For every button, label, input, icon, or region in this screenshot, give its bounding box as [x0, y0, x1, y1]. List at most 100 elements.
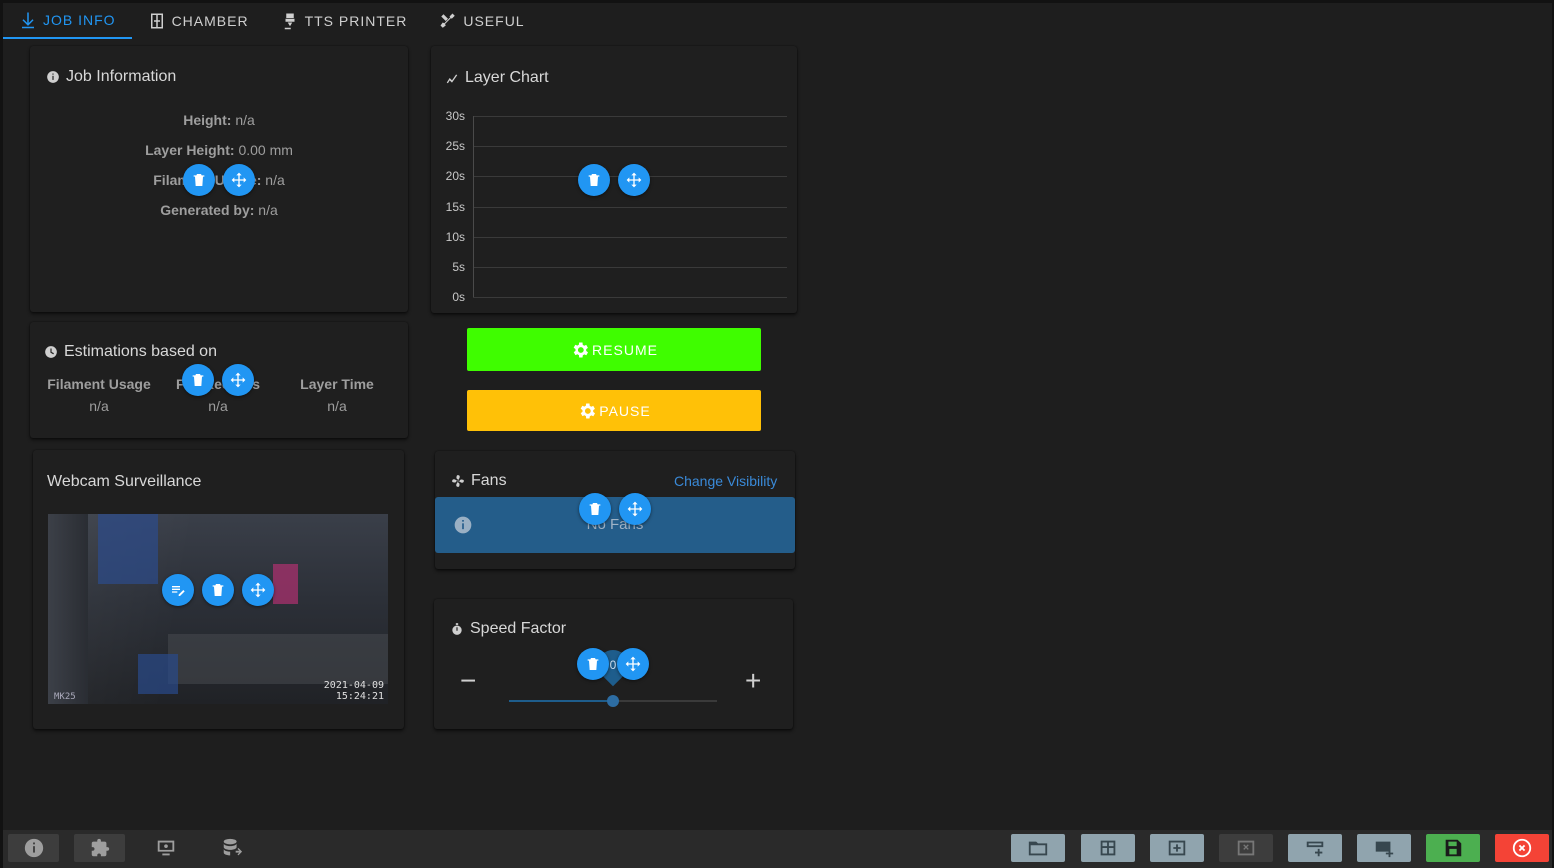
- webcam-stamp-time: 15:24:21: [335, 691, 384, 702]
- trash-icon: [588, 174, 600, 186]
- grid-layout-button[interactable]: [1081, 834, 1135, 862]
- tab-tts-printer[interactable]: TTS PRINTER: [265, 3, 424, 39]
- exit-edit-button[interactable]: [1495, 834, 1549, 862]
- job-information-card: Job Information Height: n/a Layer Height…: [30, 46, 408, 312]
- webcam-scene-pink-part: [273, 564, 298, 604]
- no-fans-alert: No Fans: [435, 497, 795, 553]
- y-tick-label: 25s: [445, 139, 465, 154]
- y-axis-line: [473, 116, 474, 297]
- add-widget-button[interactable]: [1150, 834, 1204, 862]
- edit-widget-button[interactable]: [162, 574, 194, 606]
- add-row-button[interactable]: [1288, 834, 1342, 862]
- trash-icon: [193, 174, 205, 186]
- grid-line: [473, 236, 787, 238]
- move-arrows-icon: [627, 501, 643, 517]
- grid-line: [473, 146, 787, 148]
- estimation-value: n/a: [208, 398, 228, 414]
- delete-widget-button[interactable]: [577, 648, 609, 680]
- move-widget-button[interactable]: [222, 364, 254, 396]
- speed-slider-thumb[interactable]: [607, 695, 619, 707]
- card-title: Speed Factor: [450, 620, 566, 638]
- move-widget-button[interactable]: [618, 164, 650, 196]
- plugins-button[interactable]: [74, 834, 125, 862]
- tab-label: USEFUL: [463, 13, 525, 29]
- y-tick-label: 10s: [445, 229, 465, 244]
- pause-label: PAUSE: [599, 402, 651, 419]
- y-tick-label: 20s: [445, 169, 465, 184]
- speed-factor-card: Speed Factor − + 0: [434, 599, 793, 729]
- decrease-speed-button[interactable]: −: [460, 667, 476, 695]
- change-visibility-link[interactable]: Change Visibility: [674, 473, 777, 489]
- webcam-camera-id: MK25: [54, 692, 76, 702]
- move-arrows-icon: [250, 582, 266, 598]
- add-box-icon: [1168, 840, 1186, 856]
- estimation-filament-usage: Filament Usage n/a: [40, 376, 158, 414]
- height-label: Height:: [183, 112, 232, 128]
- layer-chart-plot: 30s 25s 20s 15s 10s 5s 0s: [431, 46, 797, 313]
- move-widget-button[interactable]: [619, 493, 651, 525]
- webcam-title: Webcam Surveillance: [47, 473, 202, 490]
- delete-widget-button[interactable]: [182, 364, 214, 396]
- edit-list-icon: [172, 586, 185, 596]
- y-tick-label: 30s: [445, 109, 465, 123]
- webcam-scene-rail: [48, 514, 88, 704]
- open-folder-button[interactable]: [1011, 834, 1065, 862]
- puzzle-icon: [91, 838, 109, 857]
- fan-icon: [452, 475, 464, 487]
- tab-label: TTS PRINTER: [304, 13, 408, 29]
- card-title: Webcam Surveillance: [47, 473, 201, 491]
- webcam-scene-blue-bottom: [138, 654, 178, 694]
- save-layout-button[interactable]: [1426, 834, 1480, 862]
- add-card-button[interactable]: [1357, 834, 1411, 862]
- webcam-feed: MK25 2021-04-09 15:24:21: [48, 514, 388, 704]
- database-button[interactable]: [206, 834, 257, 862]
- fans-title: Fans: [471, 472, 507, 489]
- folder-icon: [1028, 841, 1048, 856]
- y-tick-label: 0s: [452, 290, 465, 304]
- card-title: Estimations based on: [44, 343, 217, 361]
- move-widget-button[interactable]: [617, 648, 649, 680]
- move-widget-button[interactable]: [223, 164, 255, 196]
- estimations-title: Estimations based on: [64, 343, 217, 360]
- info-icon: [47, 71, 59, 83]
- grid-line: [473, 297, 787, 298]
- bottom-toolbar: [3, 830, 1552, 868]
- webcam-scene-blue-part: [98, 514, 158, 584]
- resume-button[interactable]: RESUME: [467, 328, 761, 371]
- tab-job-info[interactable]: JOB INFO: [3, 3, 132, 39]
- estimation-value: n/a: [327, 398, 347, 414]
- grid-line: [473, 116, 787, 117]
- gear-icon: [580, 403, 596, 418]
- delete-widget-button[interactable]: [579, 493, 611, 525]
- webcam-timestamp: 2021-04-09 15:24:21: [324, 680, 384, 702]
- delete-widget-button[interactable]: [183, 164, 215, 196]
- increase-speed-button[interactable]: +: [745, 667, 761, 695]
- delete-widget-button[interactable]: [578, 164, 610, 196]
- move-widget-button[interactable]: [242, 574, 274, 606]
- trash-icon: [212, 584, 224, 596]
- estimations-card: Estimations based on Filament Usage n/a …: [30, 322, 408, 438]
- webcam-stamp-date: 2021-04-09: [323, 680, 384, 691]
- tools-icon: [440, 13, 456, 28]
- move-arrows-icon: [231, 172, 247, 188]
- estimation-header: Layer Time: [300, 376, 374, 392]
- delete-widget-button[interactable]: [202, 574, 234, 606]
- grid-line: [473, 206, 787, 208]
- tab-chamber[interactable]: CHAMBER: [132, 3, 265, 39]
- height-value: n/a: [235, 112, 255, 128]
- tab-useful[interactable]: USEFUL: [423, 3, 540, 39]
- move-arrows-icon: [230, 372, 246, 388]
- estimation-value: n/a: [89, 398, 109, 414]
- printer-nozzle-icon: [284, 13, 295, 30]
- monitor-button[interactable]: [140, 834, 191, 862]
- resume-label: RESUME: [592, 341, 658, 358]
- info-toggle-button[interactable]: [8, 834, 59, 862]
- remove-widget-button[interactable]: [1219, 834, 1273, 862]
- filament-usage-value: n/a: [265, 172, 285, 188]
- close-box-icon: [1237, 840, 1255, 856]
- speed-slider-fill: [509, 700, 613, 702]
- estimation-layer-time: Layer Time n/a: [278, 376, 396, 414]
- pause-button[interactable]: PAUSE: [467, 390, 761, 431]
- grid-line: [473, 266, 787, 268]
- card-title: Fans: [451, 472, 507, 490]
